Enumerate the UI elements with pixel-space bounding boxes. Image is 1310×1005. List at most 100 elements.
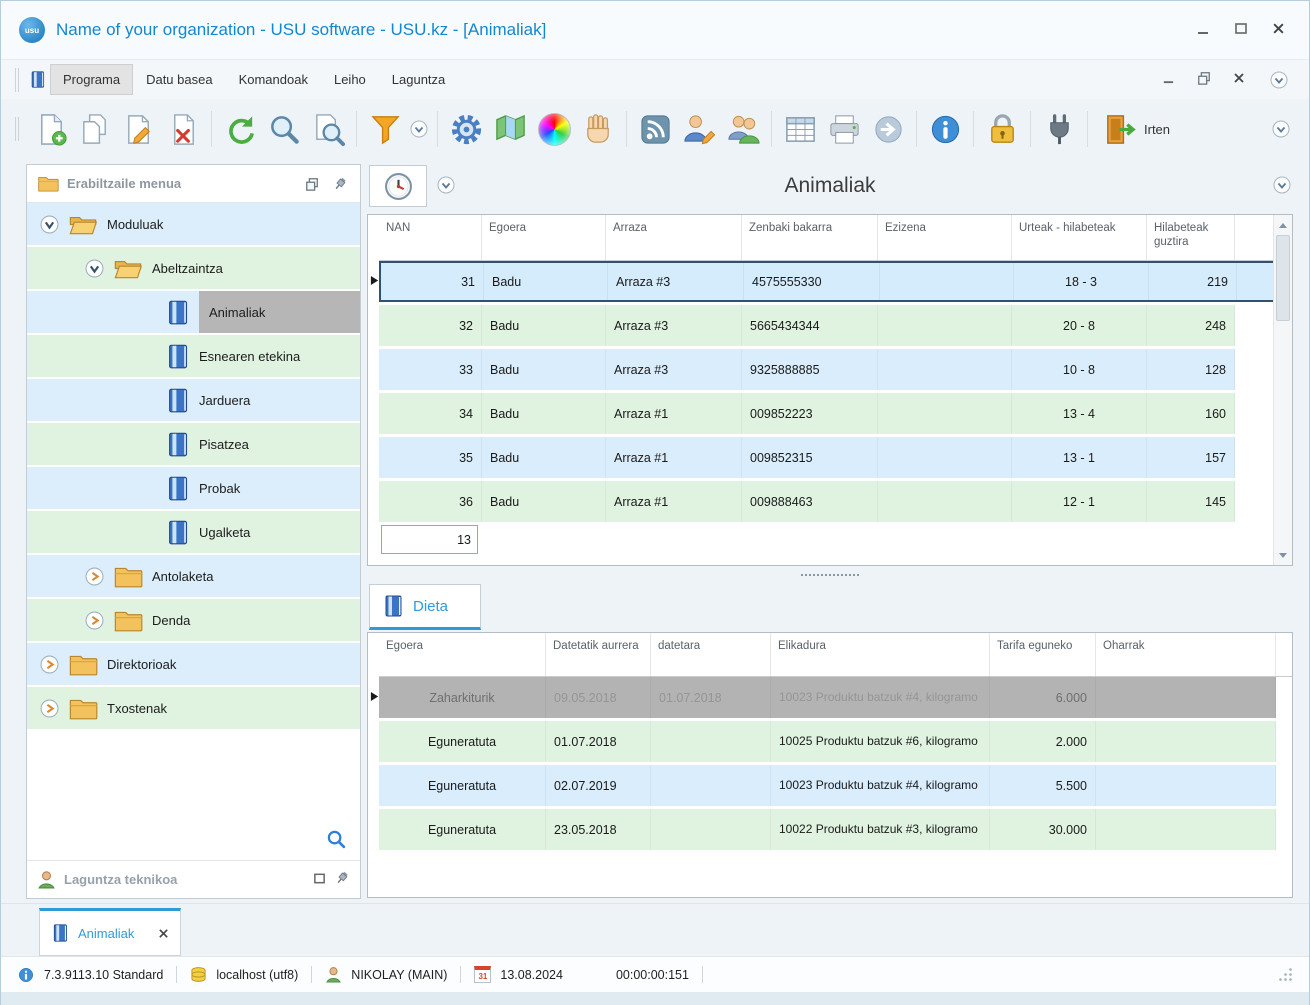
splitter-handle[interactable] — [367, 568, 1293, 582]
expand-icon[interactable] — [40, 655, 59, 674]
column-header-arraza[interactable]: Arraza — [606, 215, 742, 260]
table-row[interactable]: 36 Badu Arraza #1 009888463 12 - 1 145 — [379, 481, 1292, 522]
column-header-datetatik-aurrera[interactable]: Datetatik aurrera — [546, 633, 651, 676]
tree-item-antolaketa[interactable]: Antolaketa — [27, 555, 360, 599]
table-row[interactable]: 33 Badu Arraza #3 9325888885 10 - 8 128 — [379, 349, 1292, 390]
table-row[interactable]: 32 Badu Arraza #3 5665434344 20 - 8 248 — [379, 305, 1292, 346]
menubar-overflow-button[interactable] — [1267, 68, 1291, 92]
support-restore-button[interactable] — [313, 872, 326, 888]
table-row[interactable]: Eguneratuta 02.07.2019 10023 Produktu ba… — [379, 765, 1292, 806]
timer-dropdown-button[interactable] — [437, 176, 455, 197]
scroll-down-icon[interactable] — [1274, 546, 1292, 564]
user-edit-button[interactable] — [677, 106, 721, 152]
collapse-icon[interactable] — [85, 259, 104, 278]
export-forward-button[interactable] — [866, 106, 910, 152]
pan-hand-button[interactable] — [576, 106, 620, 152]
delete-record-button[interactable] — [161, 106, 205, 152]
column-header-tarifa-eguneko[interactable]: Tarifa eguneko — [990, 633, 1096, 676]
column-header-ezizena[interactable]: Ezizena — [878, 215, 1012, 260]
panel-pin-button[interactable] — [330, 174, 350, 194]
expand-icon[interactable] — [85, 567, 104, 586]
column-header-nan[interactable]: NAN — [379, 215, 482, 260]
map-report-button[interactable] — [488, 106, 532, 152]
menu-datu-basea[interactable]: Datu basea — [133, 64, 226, 95]
scrollbar-thumb[interactable] — [1276, 235, 1290, 321]
mdi-close-button[interactable] — [1233, 72, 1245, 87]
colors-button[interactable] — [532, 106, 576, 152]
filter-button[interactable] — [363, 106, 407, 152]
menu-komandoak[interactable]: Komandoak — [226, 64, 321, 95]
settings-button[interactable] — [444, 106, 488, 152]
toolbar-grip[interactable] — [15, 117, 19, 141]
table-row[interactable]: Eguneratuta 23.05.2018 10022 Produktu ba… — [379, 809, 1292, 850]
maximize-button[interactable] — [1234, 22, 1248, 38]
vertical-scrollbar[interactable] — [1273, 215, 1292, 565]
header-overflow-button[interactable] — [1273, 176, 1291, 197]
column-header-datetara[interactable]: datetara — [651, 633, 771, 676]
expand-icon[interactable] — [40, 699, 59, 718]
column-header-zenbaki-bakarra[interactable]: Zenbaki bakarra — [742, 215, 878, 260]
tree-item-denda[interactable]: Denda — [27, 599, 360, 643]
table-row[interactable]: Eguneratuta 01.07.2018 10025 Produktu ba… — [379, 721, 1292, 762]
menu-leiho[interactable]: Leiho — [321, 64, 379, 95]
timer-button[interactable] — [369, 165, 427, 207]
print-button[interactable] — [822, 106, 866, 152]
edit-record-button[interactable] — [117, 106, 161, 152]
tree-item-jarduera[interactable]: Jarduera — [27, 379, 360, 423]
toolbar-overflow-button[interactable] — [1269, 117, 1293, 141]
new-record-button[interactable] — [29, 106, 73, 152]
close-button[interactable] — [1272, 22, 1285, 38]
broadcast-feed-button[interactable] — [633, 106, 677, 152]
info-icon — [17, 966, 35, 984]
search-records-button[interactable] — [306, 106, 350, 152]
support-panel-header[interactable]: Laguntza teknikoa — [27, 860, 360, 898]
tree-item-direktorioak[interactable]: Direktorioak — [27, 643, 360, 687]
table-row[interactable]: Zaharkiturik 09.05.2018 01.07.2018 10023… — [379, 677, 1292, 718]
bottom-tab-animaliak[interactable]: Animaliak — [39, 908, 181, 956]
module-book-icon — [165, 343, 190, 370]
column-header-hilabeteak-guztira[interactable]: Hilabeteak guztira — [1147, 215, 1235, 260]
panel-restore-button[interactable] — [302, 174, 322, 194]
expand-icon[interactable] — [85, 611, 104, 630]
tree-item-pisatzea[interactable]: Pisatzea — [27, 423, 360, 467]
menu-programa[interactable]: Programa — [50, 64, 134, 95]
table-row[interactable]: 34 Badu Arraza #1 009852223 13 - 4 160 — [379, 393, 1292, 434]
menubar-grip[interactable] — [15, 67, 19, 92]
nan-filter-input[interactable] — [381, 525, 478, 554]
column-header-egoera[interactable]: Egoera — [379, 633, 546, 676]
table-row[interactable]: 31 Badu Arraza #3 4575555330 18 - 3 219 — [379, 261, 1292, 302]
table-row[interactable]: 35 Badu Arraza #1 009852315 13 - 1 157 — [379, 437, 1292, 478]
refresh-button[interactable] — [218, 106, 262, 152]
column-header-oharrak[interactable]: Oharrak — [1096, 633, 1276, 676]
tree-item-abeltzaintza[interactable]: Abeltzaintza — [27, 247, 360, 291]
column-header-elikadura[interactable]: Elikadura — [771, 633, 990, 676]
lock-button[interactable] — [980, 106, 1024, 152]
tree-item-moduluak[interactable]: Moduluak — [27, 203, 360, 247]
tab-dieta[interactable]: Dieta — [369, 584, 481, 630]
support-pin-button[interactable] — [334, 870, 350, 889]
copy-record-button[interactable] — [73, 106, 117, 152]
menu-laguntza[interactable]: Laguntza — [379, 64, 459, 95]
collapse-icon[interactable] — [40, 215, 59, 234]
column-header-urteak-hilabeteak[interactable]: Urteak - hilabeteak — [1012, 215, 1147, 260]
tab-close-icon[interactable] — [158, 928, 169, 939]
grid-view-button[interactable] — [778, 106, 822, 152]
mdi-restore-button[interactable] — [1197, 71, 1211, 88]
exit-button[interactable]: Irten — [1094, 106, 1178, 152]
scroll-up-icon[interactable] — [1274, 216, 1292, 234]
tree-item-txostenak[interactable]: Txostenak — [27, 687, 360, 731]
minimize-button[interactable] — [1196, 22, 1210, 38]
tree-item-probak[interactable]: Probak — [27, 467, 360, 511]
mdi-minimize-button[interactable] — [1162, 72, 1175, 87]
column-header-egoera[interactable]: Egoera — [482, 215, 606, 260]
info-button[interactable] — [923, 106, 967, 152]
search-icon[interactable] — [327, 830, 346, 852]
filter-dropdown-button[interactable] — [407, 117, 431, 141]
tree-item-esnearen-etekina[interactable]: Esnearen etekina — [27, 335, 360, 379]
tree-item-ugalketa[interactable]: Ugalketa — [27, 511, 360, 555]
resize-grip[interactable] — [1278, 967, 1293, 982]
plugin-button[interactable] — [1037, 106, 1081, 152]
users-group-button[interactable] — [721, 106, 765, 152]
tree-item-animaliak[interactable]: Animaliak — [27, 291, 360, 335]
search-button[interactable] — [262, 106, 306, 152]
